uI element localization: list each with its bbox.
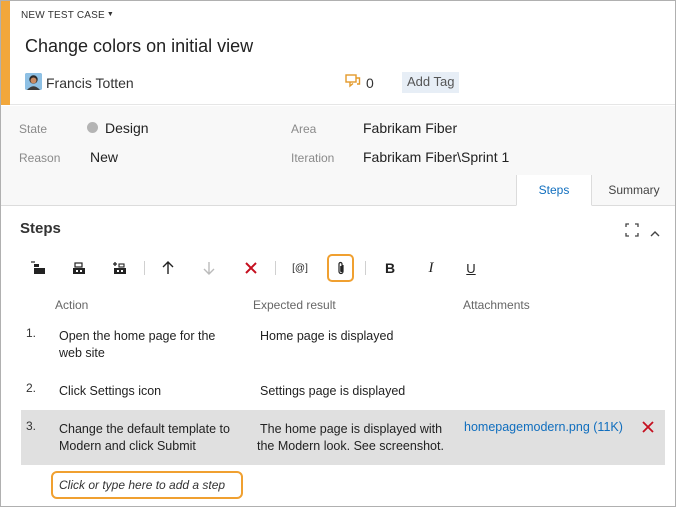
step-number: 1.	[26, 326, 37, 340]
state-label: State	[19, 122, 48, 136]
insert-shared-steps-icon[interactable]	[68, 257, 90, 279]
tab-summary[interactable]: Summary	[593, 175, 675, 206]
column-header-action: Action	[55, 298, 89, 312]
step-expected-line: The home page is displayed with	[260, 422, 443, 436]
step-expected-result[interactable]: Settings page is displayed	[260, 383, 405, 400]
underline-icon[interactable]: U	[460, 257, 482, 279]
reason-label: Reason	[19, 151, 61, 165]
toolbar-divider	[365, 261, 366, 275]
step-expected-result[interactable]: The home page is displayed with the Mode…	[257, 421, 444, 455]
assigned-to[interactable]: Francis Totten	[46, 75, 134, 91]
attachment-icon	[337, 261, 344, 275]
iteration-label: Iteration	[291, 151, 335, 165]
step-action-line: web site	[59, 346, 105, 360]
chevron-down-icon: ▼	[106, 11, 115, 18]
reason-field[interactable]: New	[90, 149, 118, 165]
work-item-header: NEW TEST CASE ▼ Change colors on initial …	[1, 1, 675, 105]
insert-parameter-icon[interactable]: [@]	[288, 257, 312, 279]
work-item-type[interactable]: NEW TEST CASE ▼	[21, 10, 114, 21]
delete-step-icon[interactable]	[240, 257, 262, 279]
add-tag-button[interactable]: Add Tag	[402, 72, 460, 93]
step-action-line: Modern and click Submit	[59, 439, 196, 453]
step-action-line: Change the default template to	[59, 422, 230, 436]
step-action[interactable]: Open the home page for the web site	[59, 328, 215, 362]
column-header-expected-result: Expected result	[253, 298, 336, 312]
comment-icon[interactable]	[345, 74, 361, 93]
state-indicator-icon	[87, 122, 98, 133]
work-item-title[interactable]: Change colors on initial view	[25, 36, 253, 57]
avatar	[25, 73, 42, 90]
column-header-attachments: Attachments	[463, 298, 530, 312]
iteration-field[interactable]: Fabrikam Fiber\Sprint 1	[363, 149, 509, 165]
step-action[interactable]: Click Settings icon	[59, 383, 161, 400]
step-number: 3.	[26, 419, 37, 433]
italic-icon[interactable]: I	[420, 257, 442, 279]
bold-icon[interactable]: B	[379, 257, 401, 279]
section-title: Steps	[20, 220, 61, 237]
area-label: Area	[291, 122, 317, 136]
move-up-icon[interactable]	[157, 257, 179, 279]
delete-attachment-icon[interactable]	[642, 420, 654, 438]
type-color-bar	[1, 1, 10, 105]
insert-step-icon[interactable]	[28, 257, 50, 279]
add-step-input[interactable]: Click or type here to add a step	[51, 471, 243, 499]
step-expected-line: the Modern look. See screenshot.	[257, 439, 444, 453]
attachment-button[interactable]	[327, 254, 354, 282]
step-action-line: Open the home page for the	[59, 329, 216, 343]
step-expected-result[interactable]: Home page is displayed	[260, 328, 393, 345]
chevron-up-icon[interactable]	[650, 225, 660, 243]
test-case-form: NEW TEST CASE ▼ Change colors on initial …	[0, 0, 676, 507]
toolbar-divider	[144, 261, 145, 275]
create-shared-steps-icon[interactable]	[109, 257, 131, 279]
tab-steps[interactable]: Steps	[516, 175, 592, 206]
maximize-icon[interactable]	[625, 223, 639, 242]
move-down-icon[interactable]	[198, 257, 220, 279]
comment-count: 0	[366, 75, 374, 91]
step-number: 2.	[26, 381, 37, 395]
step-action[interactable]: Change the default template to Modern an…	[59, 421, 230, 455]
toolbar-divider	[275, 261, 276, 275]
area-field[interactable]: Fabrikam Fiber	[363, 120, 457, 136]
attachment-link[interactable]: homepagemodern.png (11K)	[464, 420, 623, 434]
state-field[interactable]: Design	[105, 120, 149, 136]
